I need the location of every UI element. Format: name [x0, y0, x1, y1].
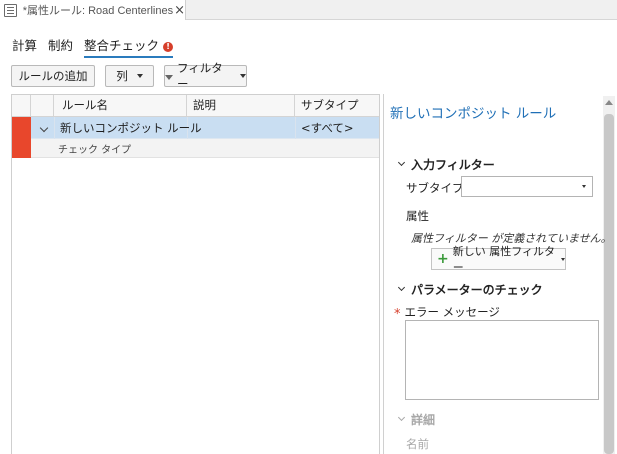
tab-validation-label: 整合チェック: [84, 38, 160, 53]
column-header-description[interactable]: 説明: [187, 95, 295, 117]
document-tab[interactable]: *属性ルール: Road Centerlines ×: [0, 0, 186, 20]
panel-scrollbar[interactable]: [603, 96, 615, 454]
columns-dropdown[interactable]: 列: [105, 65, 154, 87]
details-heading: 詳細: [411, 413, 436, 427]
rule-description-cell[interactable]: [187, 117, 193, 139]
attribute-label: 属性: [406, 209, 429, 223]
error-message-label: エラー メッセージ: [404, 305, 500, 319]
input-filter-section[interactable]: 入力フィルター: [397, 156, 495, 173]
document-tab-strip: *属性ルール: Road Centerlines ×: [0, 0, 617, 20]
filter-icon: [165, 74, 173, 80]
attribute-rules-doc-icon: [4, 3, 17, 17]
chevron-down-icon: [561, 257, 565, 261]
check-parameters-heading: パラメーターのチェック: [411, 283, 543, 297]
scroll-up-icon[interactable]: [605, 100, 613, 105]
check-parameters-section[interactable]: パラメーターのチェック: [397, 281, 543, 298]
chevron-down-icon: [582, 185, 586, 188]
table-header: ルール名 説明 サブタイプ: [12, 95, 379, 117]
rule-type-tabs: 計算 制約 整合チェック!: [12, 35, 174, 58]
new-attribute-filter-label: 新しい 属性フィルター: [452, 245, 556, 274]
column-header-rule-name[interactable]: ルール名: [54, 95, 187, 117]
tab-validation[interactable]: 整合チェック!: [84, 35, 174, 58]
error-message-label-row: * エラー メッセージ: [394, 304, 500, 322]
details-section[interactable]: 詳細: [397, 411, 435, 428]
header-marker-cell: [12, 95, 31, 117]
input-filter-heading: 入力フィルター: [411, 158, 495, 172]
subtype-label: サブタイプ: [406, 181, 464, 195]
name-label: 名前: [406, 437, 429, 451]
filter-dropdown[interactable]: フィルター: [164, 61, 247, 91]
tab-constraint[interactable]: 制約: [48, 35, 73, 58]
chevron-down-icon: [397, 158, 406, 167]
columns-label: 列: [116, 69, 128, 83]
chevron-down-icon: [397, 283, 406, 292]
check-type-label: チェック タイプ: [58, 145, 132, 156]
header-expand-cell: [31, 95, 54, 117]
document-tab-title: *属性ルール: Road Centerlines: [22, 5, 174, 17]
add-rule-button[interactable]: ルールの追加: [11, 65, 95, 87]
rule-name-cell[interactable]: 新しいコンポジット ルール: [54, 117, 202, 139]
close-icon[interactable]: ×: [174, 4, 185, 17]
column-header-subtype[interactable]: サブタイプ: [295, 95, 379, 117]
plus-icon: +: [437, 251, 449, 267]
scroll-thumb[interactable]: [604, 114, 614, 454]
chevron-down-icon: [397, 413, 406, 422]
chevron-down-icon: [136, 74, 143, 78]
warning-icon: !: [163, 42, 174, 52]
chevron-down-icon: [240, 74, 246, 78]
filter-label: フィルター: [177, 61, 223, 91]
error-marker: [12, 117, 31, 158]
panel-title: 新しいコンポジット ルール: [390, 106, 557, 122]
error-message-field[interactable]: [405, 320, 599, 400]
rule-subtype-cell[interactable]: <すべて>: [295, 117, 354, 139]
tab-calculation[interactable]: 計算: [12, 35, 37, 58]
subtype-select[interactable]: [461, 176, 593, 197]
rules-table: ルール名 説明 サブタイプ 新しいコンポジット ルール <すべて> チェック タ…: [11, 94, 380, 454]
required-marker: *: [394, 307, 401, 322]
new-attribute-filter-button[interactable]: + 新しい 属性フィルター: [431, 245, 566, 274]
